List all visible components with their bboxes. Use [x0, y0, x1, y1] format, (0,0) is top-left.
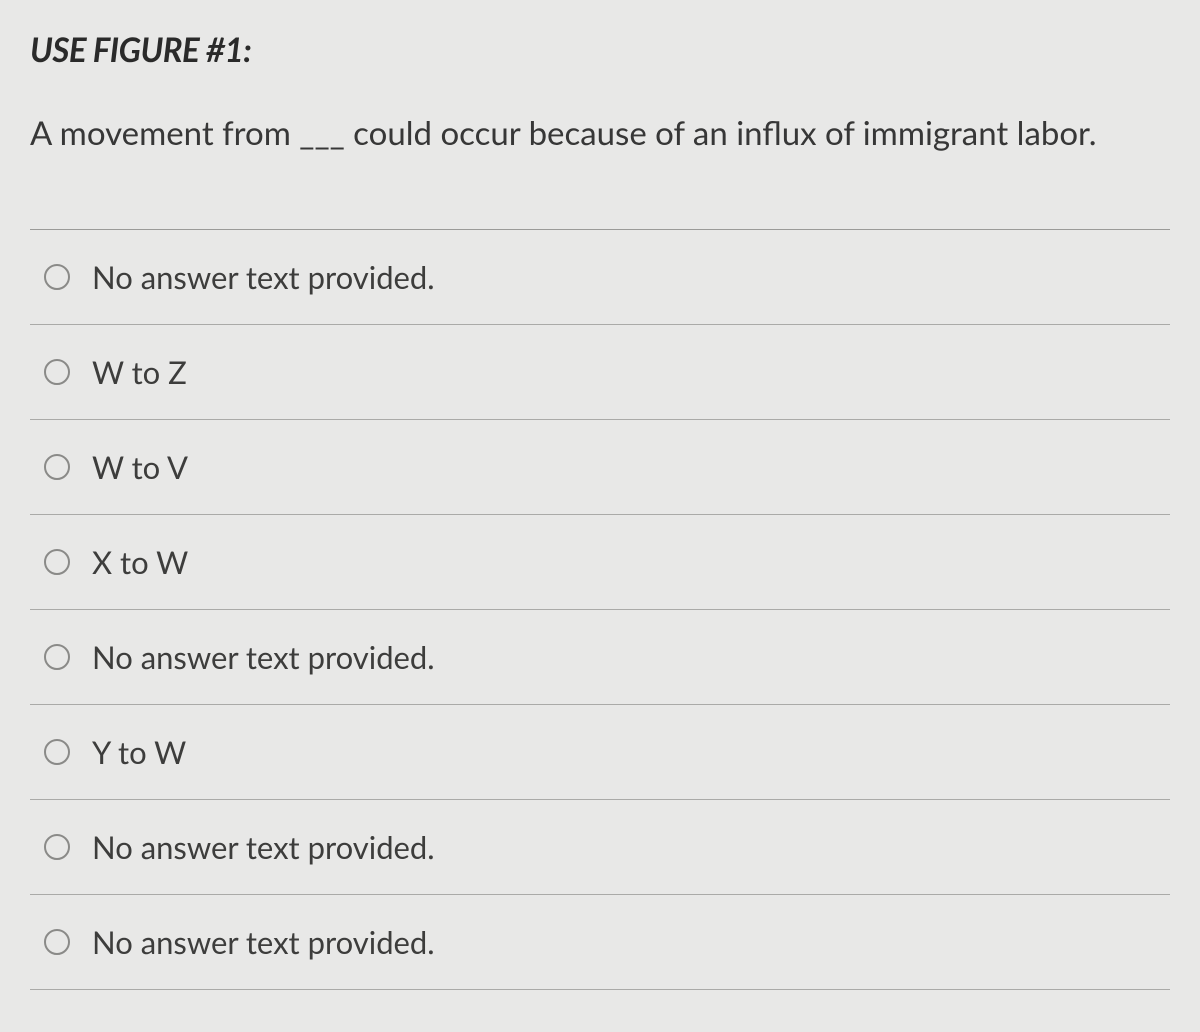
radio-icon[interactable]: [44, 834, 70, 860]
option-row[interactable]: W to Z: [30, 325, 1170, 420]
radio-icon[interactable]: [44, 929, 70, 955]
option-label: No answer text provided.: [92, 828, 435, 866]
option-row[interactable]: W to V: [30, 420, 1170, 515]
question-figure-header: USE FIGURE #1:: [30, 30, 1170, 70]
option-label: No answer text provided.: [92, 258, 435, 296]
question-text: A movement from ___ could occur because …: [30, 108, 1170, 159]
option-label: No answer text provided.: [92, 638, 435, 676]
radio-icon[interactable]: [44, 644, 70, 670]
option-label: W to Z: [92, 353, 187, 391]
radio-icon[interactable]: [44, 739, 70, 765]
option-label: Y to W: [92, 733, 186, 771]
options-list: No answer text provided. W to Z W to V X…: [30, 229, 1170, 990]
option-row[interactable]: No answer text provided.: [30, 230, 1170, 325]
radio-icon[interactable]: [44, 454, 70, 480]
option-label: X to W: [92, 543, 188, 581]
option-row[interactable]: No answer text provided.: [30, 895, 1170, 990]
radio-icon[interactable]: [44, 359, 70, 385]
option-label: No answer text provided.: [92, 923, 435, 961]
option-row[interactable]: No answer text provided.: [30, 800, 1170, 895]
option-row[interactable]: Y to W: [30, 705, 1170, 800]
option-row[interactable]: No answer text provided.: [30, 610, 1170, 705]
option-label: W to V: [92, 448, 188, 486]
radio-icon[interactable]: [44, 264, 70, 290]
option-row[interactable]: X to W: [30, 515, 1170, 610]
radio-icon[interactable]: [44, 549, 70, 575]
